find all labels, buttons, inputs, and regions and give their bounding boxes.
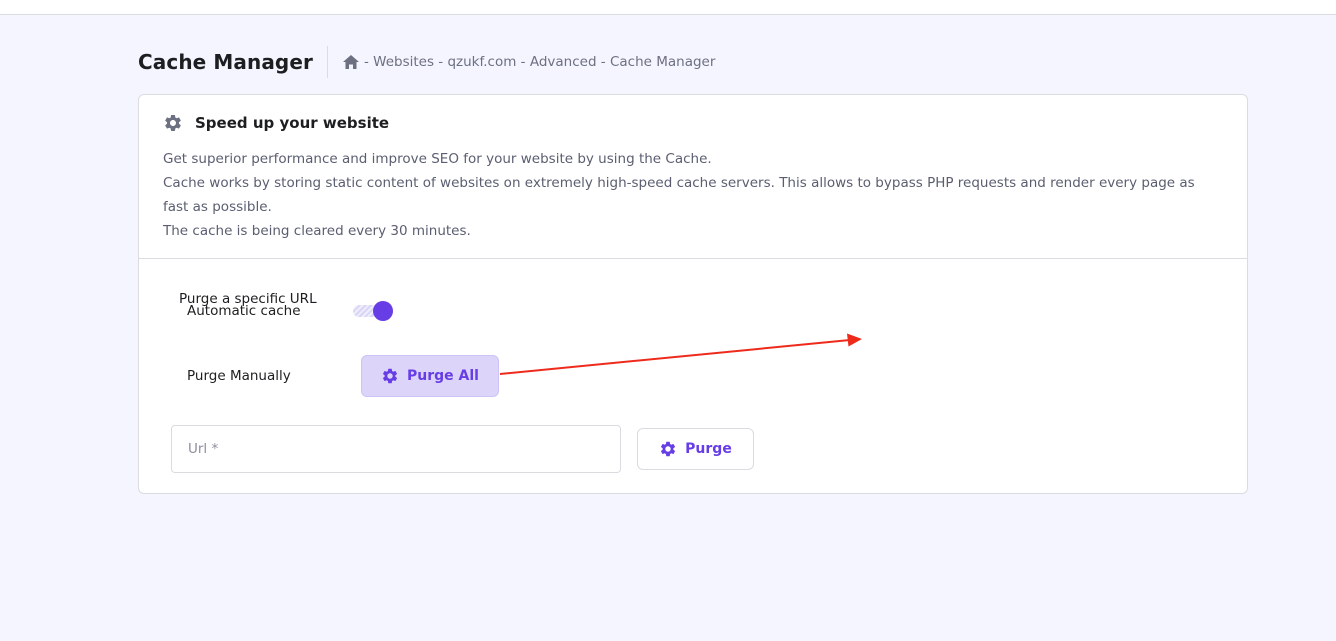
toggle-knob (373, 301, 393, 321)
card-title: Speed up your website (195, 114, 390, 132)
purge-manually-label: Purge Manually (187, 368, 291, 384)
purge-label: Purge (685, 441, 732, 457)
description-line: Get superior performance and improve SEO… (163, 151, 712, 167)
cache-card: Speed up your website Get superior perfo… (138, 94, 1248, 494)
description-line: The cache is being cleared every 30 minu… (163, 223, 471, 239)
page-header: Cache Manager - Websites - qzukf.com - A… (138, 46, 715, 78)
card-description: Get superior performance and improve SEO… (163, 147, 1223, 243)
automatic-cache-toggle[interactable] (353, 301, 393, 321)
url-input[interactable] (171, 425, 621, 473)
purge-button[interactable]: Purge (637, 428, 754, 470)
breadcrumb: - Websites - qzukf.com - Advanced - Cach… (342, 54, 715, 70)
gear-icon (659, 440, 677, 458)
purge-all-label: Purge All (407, 368, 479, 384)
page-title: Cache Manager (138, 50, 313, 74)
card-title-row: Speed up your website (163, 113, 389, 133)
gear-icon (163, 113, 183, 133)
top-bar (0, 0, 1336, 15)
automatic-cache-label: Automatic cache (187, 303, 301, 319)
description-line: Cache works by storing static content of… (163, 175, 1195, 215)
purge-all-button[interactable]: Purge All (361, 355, 499, 397)
breadcrumb-path: - Websites - qzukf.com - Advanced - Cach… (363, 54, 716, 70)
gear-icon (381, 367, 399, 385)
header-divider (326, 46, 328, 78)
home-icon[interactable] (342, 54, 360, 70)
card-intro: Speed up your website Get superior perfo… (139, 95, 1247, 259)
